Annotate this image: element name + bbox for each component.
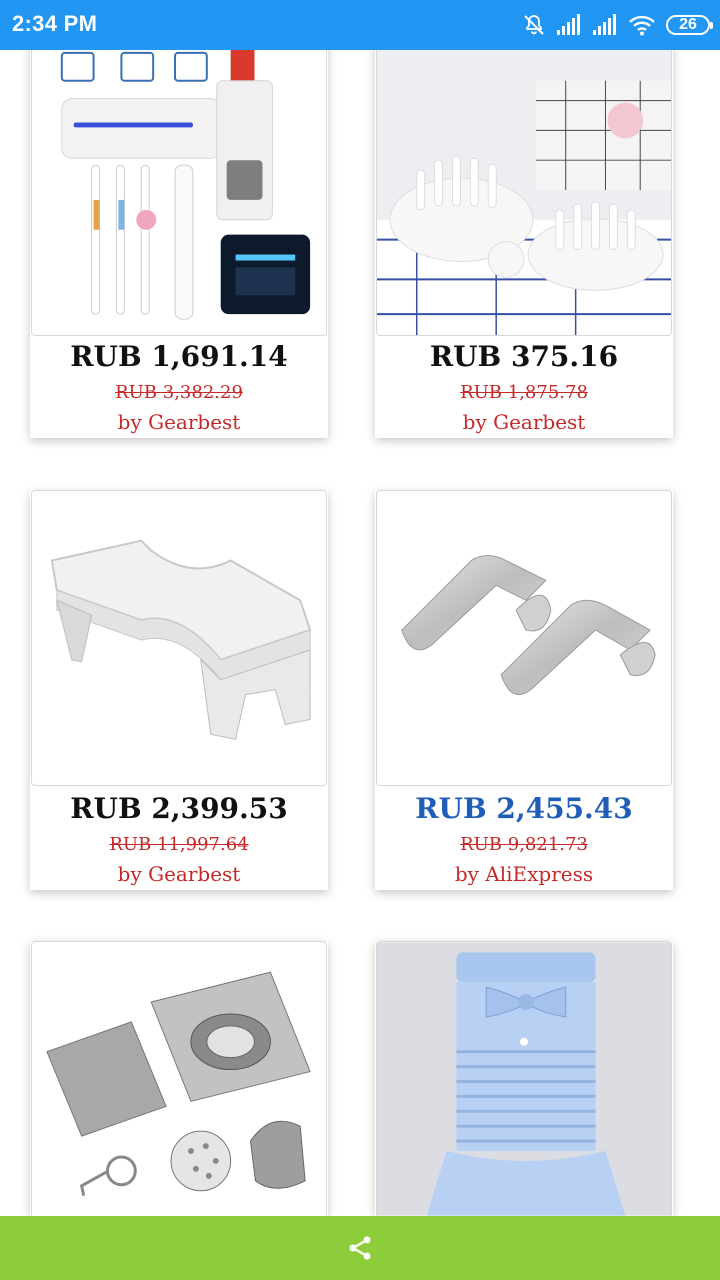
- status-time: 2:34 PM: [12, 11, 98, 36]
- product-seller: by Gearbest: [117, 410, 241, 434]
- product-image-toilet-stool[interactable]: [31, 490, 327, 786]
- signal-icon: [557, 14, 580, 35]
- product-seller: by Gearbest: [462, 410, 586, 434]
- bottom-bar: [0, 1216, 720, 1280]
- product-card[interactable]: RUB 2,455.43 RUB 9,821.73 by AliExpress: [375, 490, 673, 890]
- bell-off-icon: [524, 15, 544, 35]
- product-old-price: RUB 1,875.78: [460, 382, 588, 403]
- signal-icon: [593, 14, 616, 35]
- product-card[interactable]: [30, 941, 328, 1216]
- product-card[interactable]: [375, 941, 673, 1216]
- product-old-price: RUB 9,821.73: [460, 834, 588, 855]
- product-old-price: RUB 11,997.64: [109, 834, 249, 855]
- product-image-uv-toothbrush-holder[interactable]: [31, 40, 327, 336]
- product-price: RUB 2,399.53: [70, 792, 288, 825]
- product-card[interactable]: RUB 375.16 RUB 1,875.78 by Gearbest: [375, 40, 673, 438]
- status-icons: 26: [522, 10, 713, 40]
- product-image-floor-drain[interactable]: [31, 941, 327, 1216]
- battery-icon: 26: [666, 15, 713, 35]
- product-card[interactable]: RUB 2,399.53 RUB 11,997.64 by Gearbest: [30, 490, 328, 890]
- share-button[interactable]: [336, 1224, 384, 1272]
- product-old-price: RUB 3,382.29: [115, 382, 243, 403]
- share-icon: [349, 1236, 371, 1260]
- product-seller: by AliExpress: [454, 862, 594, 886]
- product-image-door-hooks[interactable]: [376, 490, 672, 786]
- product-seller: by Gearbest: [117, 862, 241, 886]
- battery-level: 26: [679, 16, 697, 33]
- product-price: RUB 375.16: [429, 340, 619, 373]
- status-bar: 2:34 PM 26: [0, 0, 720, 50]
- product-image-hand-towel[interactable]: [376, 941, 672, 1216]
- product-price: RUB 1,691.14: [70, 340, 288, 373]
- product-card[interactable]: RUB 1,691.14 RUB 3,382.29 by Gearbest: [30, 40, 328, 438]
- wifi-icon: [629, 15, 655, 36]
- product-price: RUB 2,455.43: [415, 792, 633, 825]
- product-grid: RUB 1,691.14 RUB 3,382.29 by Gearbest RU…: [0, 0, 720, 1280]
- product-image-scalp-massage-brushes[interactable]: [376, 40, 672, 336]
